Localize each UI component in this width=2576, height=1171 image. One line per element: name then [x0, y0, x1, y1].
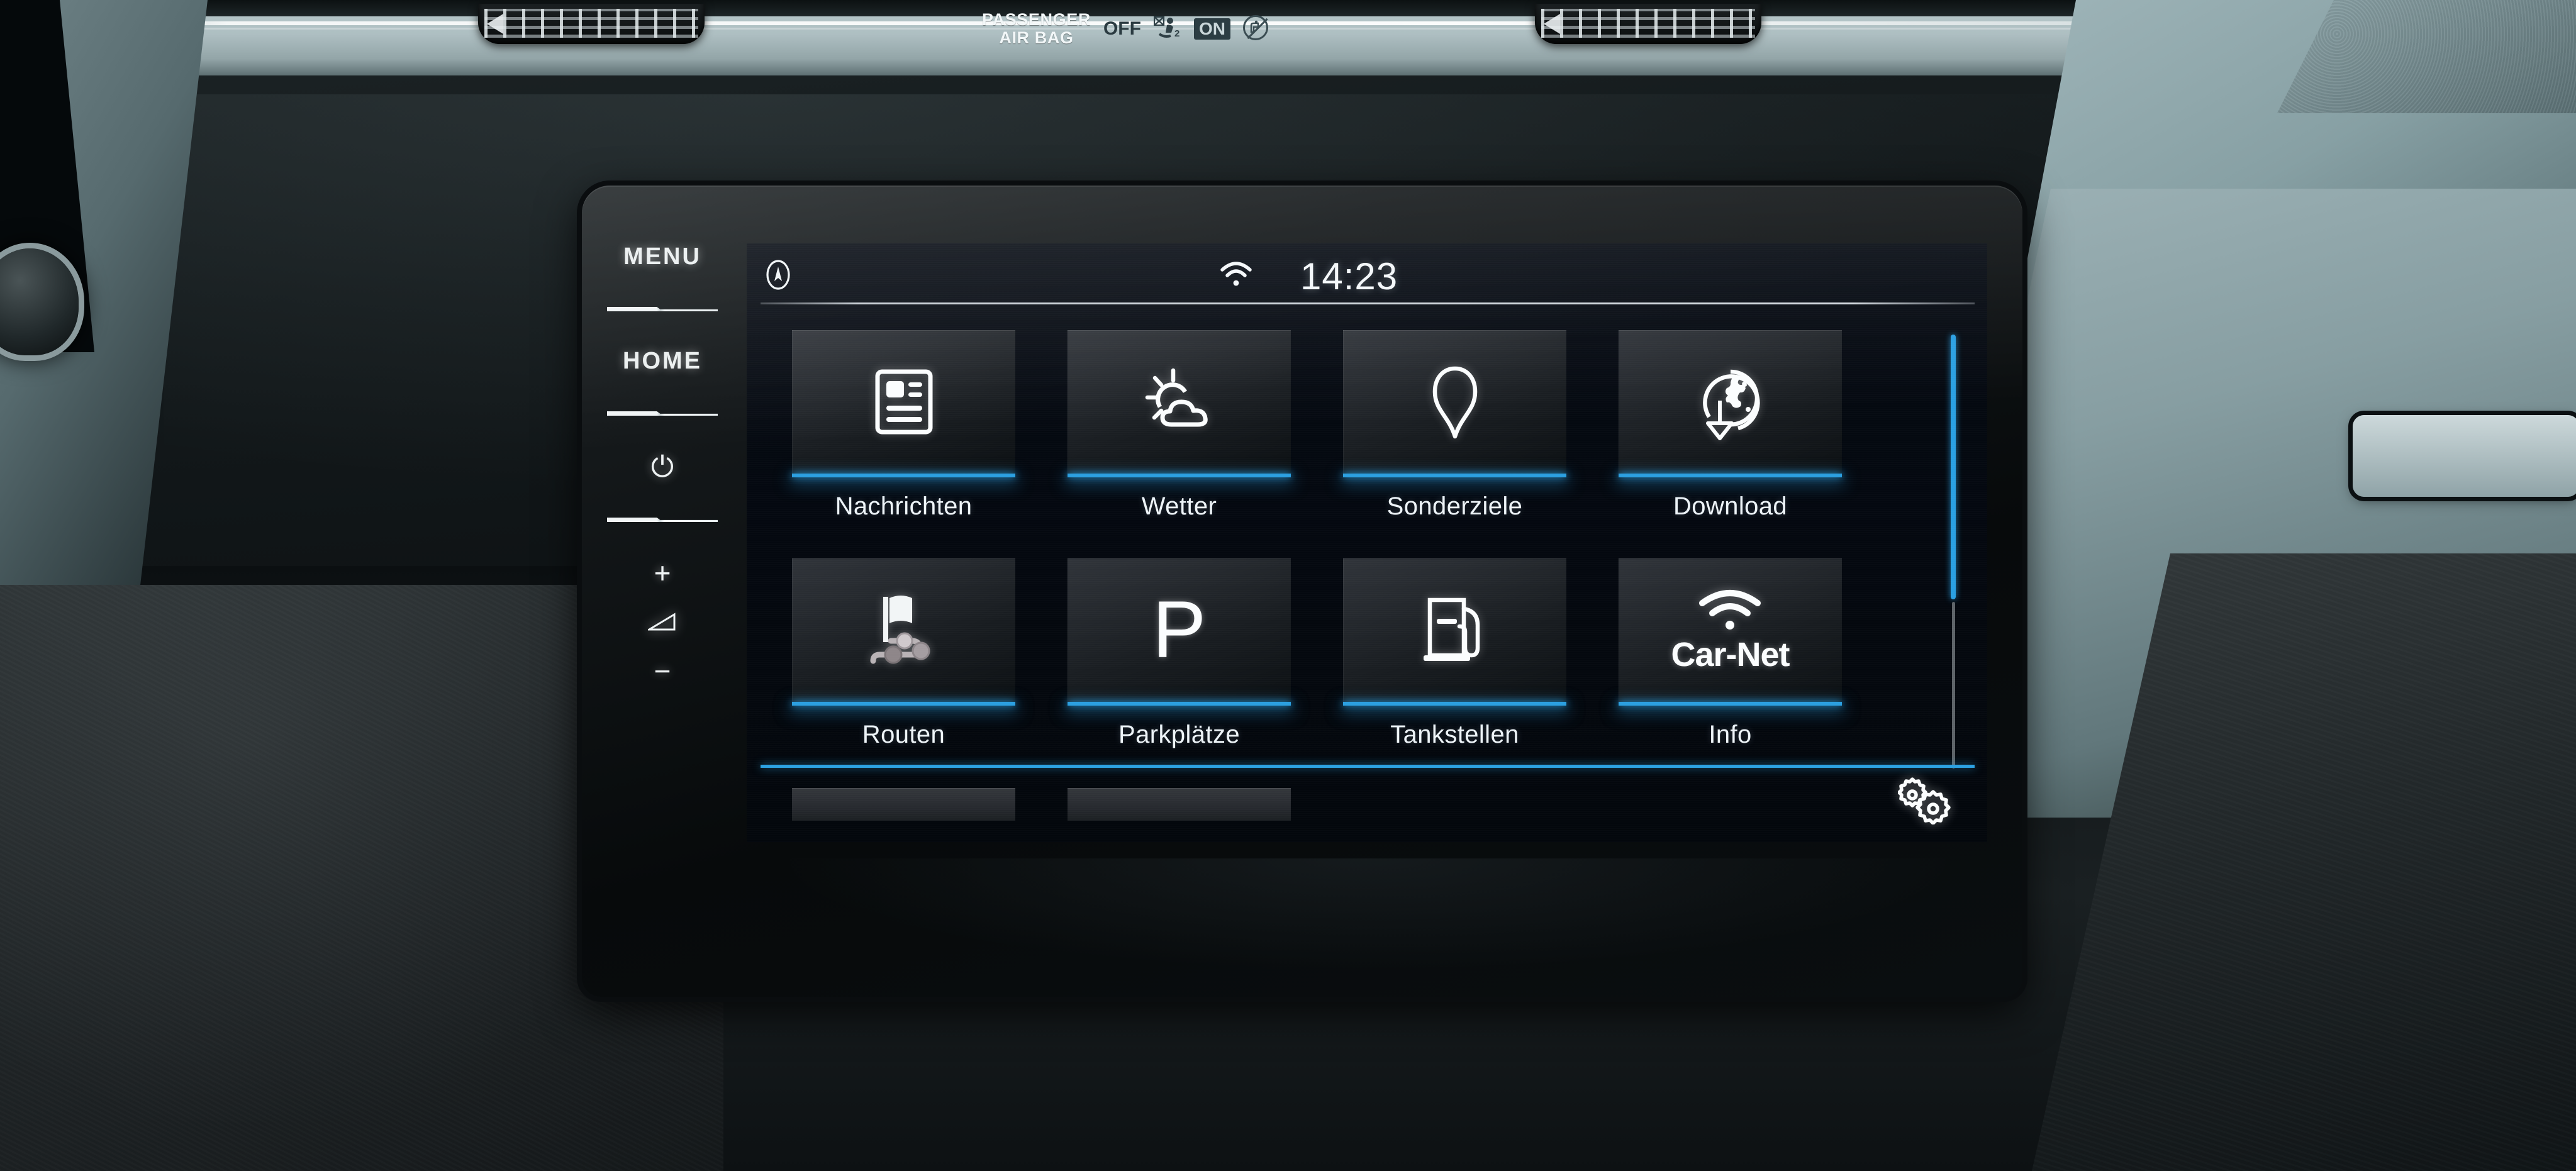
air-vent-left[interactable] — [478, 4, 705, 44]
key-divider-3 — [607, 518, 718, 522]
tile-info[interactable]: Car-Net Info — [1619, 558, 1842, 749]
touchscreen-display[interactable]: 14:23 Nachrichten Wetter Sonderziele Dow… — [747, 243, 1987, 842]
airbag-off-icon: 2 — [1153, 15, 1181, 43]
tile-active-underline — [1068, 702, 1291, 706]
carnet-wordmark: Car-Net — [1671, 635, 1790, 674]
tile-active-underline — [1619, 474, 1842, 477]
parking-p-icon: P — [1152, 585, 1207, 675]
tile-active-underline — [1343, 474, 1566, 477]
fuel-pump-icon — [1420, 595, 1490, 665]
vent-arrow-left-icon — [487, 14, 503, 34]
clock: 14:23 — [1300, 255, 1398, 297]
bottom-divider — [761, 765, 1975, 768]
scrollbar-track[interactable] — [1952, 602, 1955, 769]
child-seat-prohibited-icon — [1242, 15, 1271, 43]
sun-cloud-icon — [1140, 368, 1219, 436]
tile-row-3-partial — [792, 788, 1869, 821]
head-unit-reflection — [771, 858, 1966, 972]
app-tile-grid: Nachrichten Wetter Sonderziele Download … — [792, 330, 1869, 821]
tile-label: Wetter — [1141, 492, 1217, 520]
tile-active-underline — [792, 474, 1015, 477]
tile-wetter[interactable]: Wetter — [1068, 330, 1291, 521]
tile-row-2: Routen P Parkplätze Tankstellen Car-Net … — [792, 558, 1869, 749]
carnet-wifi-icon — [1698, 589, 1761, 634]
tile-routen[interactable]: Routen — [792, 558, 1015, 749]
airbag-on-label: ON — [1193, 18, 1230, 40]
tile-label: Nachrichten — [835, 492, 973, 520]
compass-icon[interactable] — [762, 258, 795, 291]
tile-label: Tankstellen — [1390, 721, 1519, 748]
tile-row-1: Nachrichten Wetter Sonderziele Download — [792, 330, 1869, 521]
tile-download[interactable]: Download — [1619, 330, 1842, 521]
home-button[interactable]: HOME — [623, 348, 702, 375]
tile-tankstellen[interactable]: Tankstellen — [1343, 558, 1566, 749]
scrollbar-thumb[interactable] — [1951, 335, 1956, 599]
tile-label: Download — [1673, 492, 1788, 520]
airbag-title: PASSENGER AIR BAG — [982, 11, 1091, 47]
menu-button[interactable]: MENU — [623, 243, 701, 270]
news-icon — [875, 369, 933, 435]
status-bar-divider — [761, 302, 1975, 304]
dashboard-scene: PASSENGER AIR BAG OFF 2 ON MENU HOME ⏻ +… — [0, 0, 2576, 1171]
tile-label: Sonderziele — [1386, 492, 1523, 520]
vent-grille-left — [484, 9, 698, 38]
tile-active-underline — [792, 702, 1015, 706]
tile-sonderziele[interactable]: Sonderziele — [1343, 330, 1566, 521]
passenger-airbag-indicator: PASSENGER AIR BAG OFF 2 ON — [978, 0, 1419, 58]
airbag-title-line1: PASSENGER — [982, 10, 1091, 30]
tile-parkplaetze[interactable]: P Parkplätze — [1068, 558, 1291, 749]
tile-active-underline — [1068, 474, 1291, 477]
power-icon[interactable]: ⏻ — [651, 452, 674, 481]
vertical-scrollbar[interactable] — [1951, 335, 1956, 769]
tile-label: Routen — [862, 721, 945, 748]
right-chrome-accent — [2353, 415, 2576, 497]
airbag-title-line2: AIR BAG — [999, 28, 1074, 47]
route-flag-icon — [863, 593, 945, 667]
volume-up-icon[interactable]: + — [654, 558, 671, 587]
svg-text:2: 2 — [1174, 28, 1179, 39]
tile-active-underline — [1619, 702, 1842, 706]
tile-nachrichten[interactable]: Nachrichten — [792, 330, 1015, 521]
key-divider-1 — [607, 307, 718, 311]
settings-gears-icon[interactable] — [1897, 775, 1952, 825]
status-bar: 14:23 — [747, 243, 1987, 304]
key-divider-2 — [607, 411, 718, 416]
map-pin-icon — [1430, 364, 1480, 440]
volume-icon — [645, 613, 677, 631]
air-vent-right[interactable] — [1535, 4, 1761, 44]
infotainment-head-unit: MENU HOME ⏻ + − 14:23 Nachrichten Wetter… — [582, 186, 2022, 997]
vent-arrow-right-icon — [1544, 14, 1560, 34]
volume-down-icon[interactable]: − — [654, 657, 671, 685]
airbag-off-label: OFF — [1103, 18, 1141, 39]
tile-label: Info — [1709, 721, 1752, 748]
tile-label: Parkplätze — [1118, 721, 1240, 748]
globe-download-icon — [1694, 363, 1767, 441]
wifi-icon — [1218, 260, 1254, 289]
tile-partial-1[interactable] — [792, 788, 1015, 821]
tile-partial-2[interactable] — [1068, 788, 1291, 821]
vent-grille-right — [1541, 9, 1755, 38]
hardware-key-column: MENU HOME ⏻ + − — [599, 243, 725, 916]
tile-active-underline — [1343, 702, 1566, 706]
